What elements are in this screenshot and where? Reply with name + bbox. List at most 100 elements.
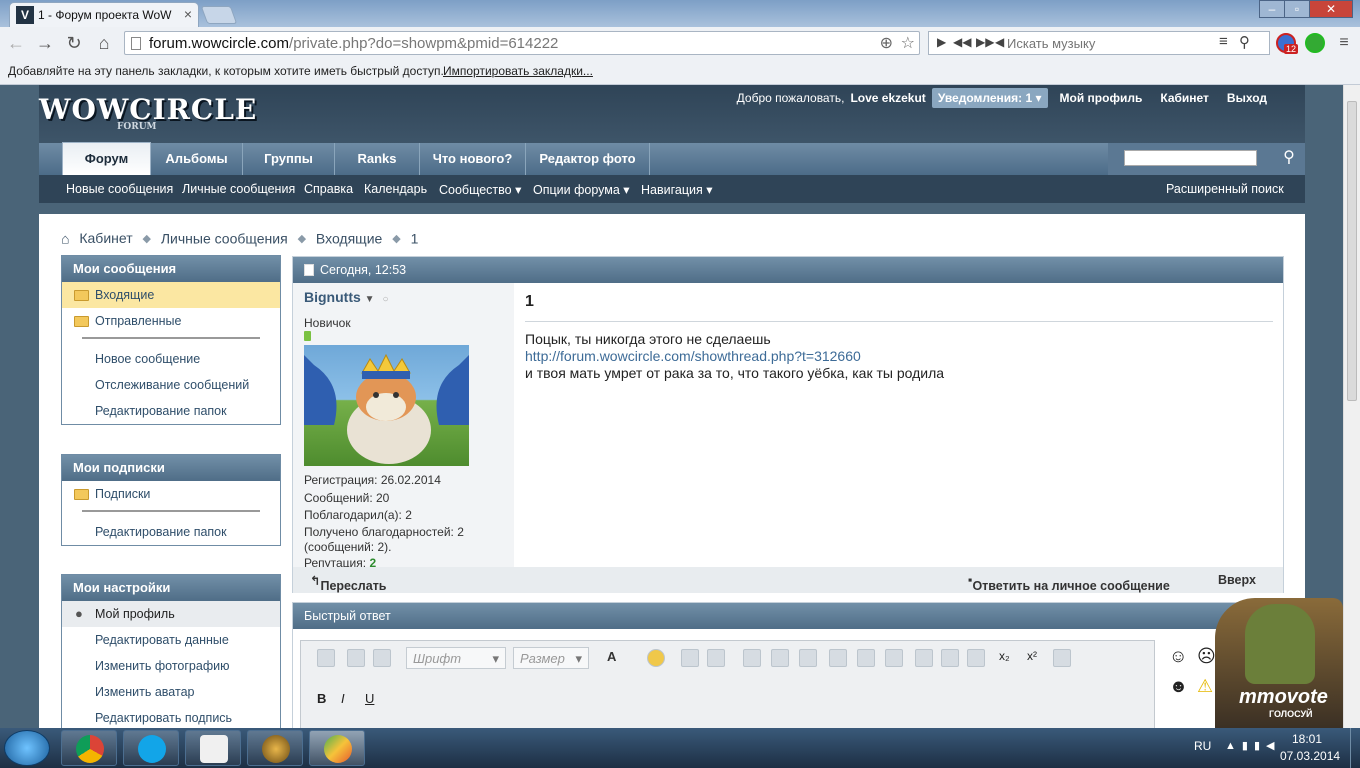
extension-green-icon[interactable] [1305, 33, 1325, 53]
subnav-help[interactable]: Справка [304, 182, 353, 196]
smiley-icon[interactable] [647, 649, 665, 667]
clock-time[interactable]: 18:01 [1292, 732, 1322, 746]
insert-col-icon[interactable] [915, 649, 933, 667]
cabinet-link[interactable]: Кабинет [1160, 88, 1209, 108]
delete-row-icon[interactable] [857, 649, 875, 667]
breadcrumb-inbox[interactable]: Входящие [316, 230, 382, 246]
breadcrumb-cabinet[interactable]: Кабинет [79, 230, 132, 246]
taskbar-media-player[interactable] [185, 730, 241, 766]
tab-ranks[interactable]: Ranks [335, 143, 420, 175]
tab-forum[interactable]: Форум [62, 142, 151, 175]
split-icon[interactable] [967, 649, 985, 667]
smiley-warning-icon[interactable]: ⚠ [1197, 676, 1213, 697]
underline-icon[interactable]: U [365, 691, 383, 709]
text-color-icon[interactable]: A [607, 649, 625, 667]
insert-row-icon[interactable] [829, 649, 847, 667]
reload-icon[interactable]: ↻ [62, 31, 86, 55]
sidebar-item-change-avatar[interactable]: Изменить аватар [62, 679, 280, 705]
hr-icon[interactable] [1053, 649, 1071, 667]
taskbar-chrome[interactable] [61, 730, 117, 766]
clock-date[interactable]: 07.03.2014 [1280, 749, 1340, 763]
taskbar-app[interactable] [309, 730, 365, 766]
size-select[interactable]: Размер ▾ [513, 647, 589, 669]
tab-photo-editor[interactable]: Редактор фото [526, 143, 650, 175]
copy-icon[interactable] [347, 649, 365, 667]
bold-icon[interactable]: B [317, 691, 335, 709]
subnav-forum-options[interactable]: Опции форума ▾ [533, 182, 630, 197]
message-link[interactable]: http://forum.wowcircle.com/showthread.ph… [525, 348, 861, 364]
forward-button[interactable]: ↰ Переслать [310, 573, 387, 593]
show-desktop-button[interactable] [1350, 728, 1360, 768]
menu-icon[interactable]: ≡ [1219, 33, 1228, 50]
language-indicator[interactable]: RU [1194, 739, 1211, 753]
superscript-icon[interactable]: x² [1027, 649, 1045, 667]
zoom-icon[interactable]: ⊕ [880, 33, 893, 53]
browser-tab[interactable]: V 1 - Форум проекта WoW × [9, 2, 199, 27]
table-icon[interactable] [743, 649, 761, 667]
sidebar-item-edit-details[interactable]: Редактировать данные [62, 627, 280, 653]
sidebar-item-edit-folders[interactable]: Редактирование папок [62, 398, 280, 424]
play-icon[interactable]: ▶ [937, 35, 946, 49]
notifications-button[interactable]: Уведомления: 1 ▾ [931, 88, 1048, 108]
sidebar-item-new-message[interactable]: Новое сообщение [62, 346, 280, 372]
volume-icon[interactable]: ◀ [995, 35, 1004, 49]
settings-icon[interactable]: ≡ [1332, 31, 1356, 55]
next-icon[interactable]: ▶▶ [976, 35, 994, 49]
maximize-button[interactable]: ▫ [1284, 0, 1310, 18]
paste-icon[interactable] [373, 649, 391, 667]
table-row-icon[interactable] [771, 649, 789, 667]
sidebar-item-edit-folders[interactable]: Редактирование папок [62, 519, 280, 545]
mmovote-badge[interactable]: mmovote ГОЛОСУЙ [1215, 598, 1343, 728]
minimize-button[interactable]: – [1259, 0, 1285, 18]
close-tab-icon[interactable]: × [184, 6, 192, 22]
home-icon[interactable]: ⌂ [92, 31, 116, 55]
subnav-private-messages[interactable]: Личные сообщения [182, 182, 295, 196]
italic-icon[interactable]: I [341, 691, 359, 709]
logout-link[interactable]: Выход [1227, 88, 1267, 108]
taskbar-wow[interactable] [247, 730, 303, 766]
my-profile-link[interactable]: Мой профиль [1060, 88, 1143, 108]
sidebar-item-subscriptions[interactable]: Подписки [62, 481, 280, 507]
forward-icon[interactable]: → [33, 31, 57, 55]
smiley-troll-icon[interactable]: ☻ [1169, 676, 1188, 697]
back-icon[interactable]: ← [4, 31, 28, 55]
close-window-button[interactable]: ✕ [1309, 0, 1353, 18]
remove-format-icon[interactable] [317, 649, 335, 667]
redo-icon[interactable] [707, 649, 725, 667]
table-col-icon[interactable] [799, 649, 817, 667]
start-button[interactable] [4, 730, 50, 766]
taskbar-skype[interactable] [123, 730, 179, 766]
breadcrumb-private-messages[interactable]: Личные сообщения [161, 230, 288, 246]
music-search-input[interactable] [1007, 34, 1217, 52]
tab-whats-new[interactable]: Что нового? [420, 143, 526, 175]
reply-button[interactable]: ▪ Ответить на личное сообщение [968, 573, 1170, 593]
subnav-new-posts[interactable]: Новые сообщения [66, 182, 173, 196]
sidebar-item-change-photo[interactable]: Изменить фотографию [62, 653, 280, 679]
search-icon[interactable]: ⚲ [1239, 33, 1250, 51]
url-text[interactable]: forum.wowcircle.com/private.php?do=showp… [149, 35, 558, 52]
author-avatar[interactable] [304, 345, 469, 466]
merge-icon[interactable] [885, 649, 903, 667]
subscript-icon[interactable]: x₂ [999, 649, 1017, 667]
tab-albums[interactable]: Альбомы [151, 143, 243, 175]
search-icon[interactable]: ⚲ [1278, 147, 1300, 169]
smiley-rage-icon[interactable]: ☹ [1197, 646, 1216, 667]
username-link[interactable]: Love ekzekut [850, 88, 925, 108]
home-icon[interactable]: ⌂ [61, 230, 69, 246]
subnav-community[interactable]: Сообщество ▾ [439, 182, 521, 197]
sidebar-item-sent[interactable]: Отправленные [62, 308, 280, 334]
subnav-calendar[interactable]: Календарь [364, 182, 427, 196]
top-link[interactable]: Вверх [1218, 573, 1256, 587]
font-select[interactable]: Шрифт ▾ [406, 647, 506, 669]
bookmark-star-icon[interactable]: ☆ [901, 33, 915, 53]
search-input[interactable] [1124, 150, 1257, 166]
sidebar-item-message-tracking[interactable]: Отслеживание сообщений [62, 372, 280, 398]
sidebar-item-edit-signature[interactable]: Редактировать подпись [62, 705, 280, 728]
scrollbar-thumb[interactable] [1347, 101, 1357, 401]
import-bookmarks-link[interactable]: Импортировать закладки... [443, 64, 593, 78]
smiley-face-icon[interactable]: ☺ [1169, 646, 1187, 667]
subnav-navigation[interactable]: Навигация ▾ [641, 182, 713, 197]
tray-icons[interactable]: ▲▮▮◀ [1225, 739, 1280, 752]
new-tab-button[interactable] [200, 6, 238, 24]
sidebar-item-my-profile[interactable]: ● Мой профиль [62, 601, 280, 627]
